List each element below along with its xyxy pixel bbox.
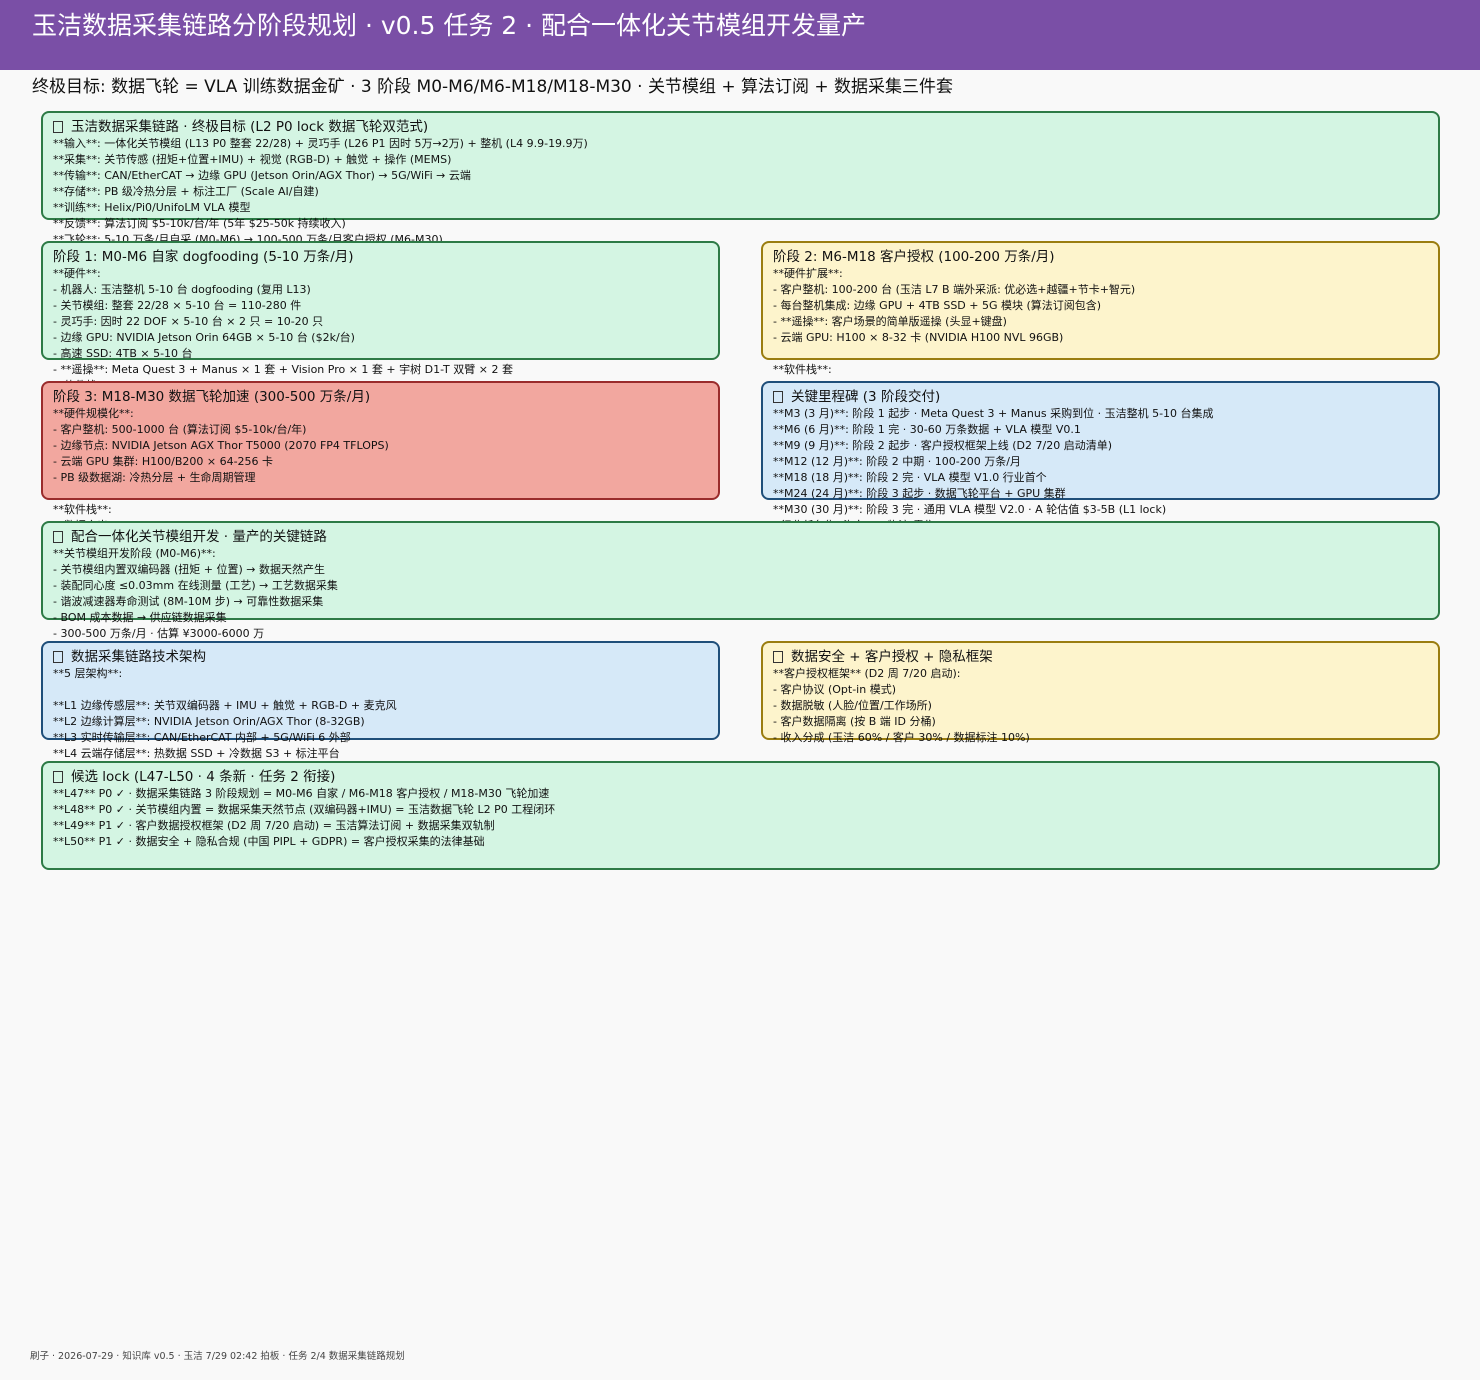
card-line: - 灵巧手: 因时 22 DOF × 5-10 台 × 2 只 = 10-20 …: [53, 315, 324, 328]
card-line: **硬件规模化**:: [53, 407, 134, 420]
card-line: **L1 边缘传感层**: 关节双编码器 + IMU + 触觉 + RGB-D …: [53, 699, 397, 712]
document-icon: [773, 391, 783, 403]
card-security-title-text: 数据安全 + 客户授权 + 隐私框架: [791, 649, 993, 665]
card-line: - 高速 SSD: 4TB × 5-10 台: [53, 347, 193, 360]
card-security-title: 数据安全 + 客户授权 + 隐私框架: [773, 648, 1428, 666]
card-line: - 边缘 GPU: NVIDIA Jetson Orin 64GB × 5-10…: [53, 331, 355, 344]
card-line: **L48** P0 ✓ · 关节模组内置 = 数据采集天然节点 (双编码器+I…: [53, 803, 556, 816]
card-stage1-title: 阶段 1: M0-M6 自家 dogfooding (5-10 万条/月): [53, 248, 708, 266]
card-goal-title: 玉洁数据采集链路 · 终极目标 (L2 P0 lock 数据飞轮双范式): [53, 118, 1428, 136]
card-line: **软件栈**:: [53, 503, 112, 516]
card-line: - 谐波减速器寿命测试 (8M-10M 步) → 可靠性数据采集: [53, 595, 324, 608]
card-stage3-lines: **硬件规模化**: - 客户整机: 500-1000 台 (算法订阅 $5-10…: [53, 406, 708, 534]
card-line: **存储**: PB 级冷热分层 + 标注工厂 (Scale AI/自建): [53, 185, 319, 198]
card-line: - 300-500 万条/月 · 估算 ¥3000-6000 万: [53, 627, 265, 640]
card-line: **L50** P1 ✓ · 数据安全 + 隐私合规 (中国 PIPL + GD…: [53, 835, 485, 848]
card-stage3: 阶段 3: M18-M30 数据飞轮加速 (300-500 万条/月) **硬件…: [41, 381, 720, 532]
card-line: **5 层架构**:: [53, 667, 123, 680]
card-line: - 客户整机: 500-1000 台 (算法订阅 $5-10k/台/年): [53, 423, 307, 436]
document-icon: [53, 531, 63, 543]
page-subtitle: 终极目标: 数据飞轮 = VLA 训练数据金矿 · 3 阶段 M0-M6/M6-…: [32, 77, 954, 97]
card-line: **硬件扩展**:: [773, 267, 843, 280]
card-line: **关节模组开发阶段 (M0-M6)**:: [53, 547, 216, 560]
card-stage2: 阶段 2: M6-M18 客户授权 (100-200 万条/月) **硬件扩展*…: [761, 241, 1440, 376]
card-line: - 收入分成 (玉洁 60% / 客户 30% / 数据标注 10%): [773, 731, 1030, 744]
card-line: - 机器人: 玉洁整机 5-10 台 dogfooding (复用 L13): [53, 283, 311, 296]
card-line: - 边缘节点: NVIDIA Jetson AGX Thor T5000 (20…: [53, 439, 389, 452]
card-architecture: 数据采集链路技术架构 **5 层架构**: **L1 边缘传感层**: 关节双编…: [41, 641, 720, 776]
card-architecture-title-text: 数据采集链路技术架构: [71, 649, 206, 665]
card-line: - 云端 GPU 集群: H100/B200 × 64-256 卡: [53, 455, 274, 468]
card-line: **L4 云端存储层**: 热数据 SSD + 冷数据 S3 + 标注平台: [53, 747, 340, 760]
card-milestones-lines: **M3 (3 月)**: 阶段 1 起步 · Meta Quest 3 + M…: [773, 406, 1428, 534]
card-candidates-title-text: 候选 lock (L47-L50 · 4 条新 · 任务 2 衔接): [71, 769, 336, 785]
card-line: [773, 346, 1428, 362]
card-joint-title: 配合一体化关节模组开发 · 量产的关键链路: [53, 528, 1428, 546]
card-line: [53, 486, 708, 502]
card-stage2-lines: **硬件扩展**: - 客户整机: 100-200 台 (玉洁 L7 B 端外采派…: [773, 266, 1428, 378]
card-line: **L47** P0 ✓ · 数据采集链路 3 阶段规划 = M0-M6 自家 …: [53, 787, 550, 800]
card-line: **M9 (9 月)**: 阶段 2 起步 · 客户授权框架上线 (D2 7/2…: [773, 439, 1112, 452]
card-line: - **遥操**: 客户场景的简单版遥操 (头显+键盘): [773, 315, 1007, 328]
card-stage2-title: 阶段 2: M6-M18 客户授权 (100-200 万条/月): [773, 248, 1428, 266]
card-architecture-title: 数据采集链路技术架构: [53, 648, 708, 666]
card-joint-title-text: 配合一体化关节模组开发 · 量产的关键链路: [71, 529, 327, 545]
card-milestones-title: 关键里程碑 (3 阶段交付): [773, 388, 1428, 406]
card-line: - BOM 成本数据 → 供应链数据采集: [53, 611, 227, 624]
card-milestones: 关键里程碑 (3 阶段交付) **M3 (3 月)**: 阶段 1 起步 · M…: [761, 381, 1440, 532]
document-icon: [53, 121, 63, 133]
card-line: - 每台整机集成: 边缘 GPU + 4TB SSD + 5G 模块 (算法订阅…: [773, 299, 1102, 312]
page-header: 玉洁数据采集链路分阶段规划 · v0.5 任务 2 · 配合一体化关节模组开发量…: [0, 0, 1480, 70]
card-line: **M6 (6 月)**: 阶段 1 完 · 30-60 万条数据 + VLA …: [773, 423, 1081, 436]
card-line: **软件栈**:: [773, 363, 832, 376]
card-line: - **遥操**: Meta Quest 3 + Manus × 1 套 + V…: [53, 363, 513, 376]
card-stage2-title-text: 阶段 2: M6-M18 客户授权 (100-200 万条/月): [773, 249, 1055, 265]
card-line: - 数据脱敏 (人脸/位置/工作场所): [773, 699, 932, 712]
card-line: **M12 (12 月)**: 阶段 2 中期 · 100-200 万条/月: [773, 455, 1021, 468]
card-line: - 客户协议 (Opt-in 模式): [773, 683, 896, 696]
card-candidates-lines: **L47** P0 ✓ · 数据采集链路 3 阶段规划 = M0-M6 自家 …: [53, 786, 1428, 850]
card-line: - 装配同心度 ≤0.03mm 在线测量 (工艺) → 工艺数据采集: [53, 579, 338, 592]
card-line: **传输**: CAN/EtherCAT → 边缘 GPU (Jetson Or…: [53, 169, 471, 182]
card-line: **M24 (24 月)**: 阶段 3 起步 · 数据飞轮平台 + GPU 集…: [773, 487, 1066, 500]
card-line: **输入**: 一体化关节模组 (L13 P0 整套 22/28) + 灵巧手 …: [53, 137, 588, 150]
card-goal: 玉洁数据采集链路 · 终极目标 (L2 P0 lock 数据飞轮双范式) **输…: [41, 111, 1440, 246]
card-joint: 配合一体化关节模组开发 · 量产的关键链路 **关节模组开发阶段 (M0-M6)…: [41, 521, 1440, 656]
page-title: 玉洁数据采集链路分阶段规划 · v0.5 任务 2 · 配合一体化关节模组开发量…: [32, 11, 867, 40]
card-line: **硬件**:: [53, 267, 101, 280]
card-line: **L2 边缘计算层**: NVIDIA Jetson Orin/AGX Tho…: [53, 715, 365, 728]
page-footer: 刷子 · 2026-07-29 · 知识库 v0.5 · 玉洁 7/29 02:…: [30, 1351, 405, 1362]
card-line: - 关节模组: 整套 22/28 × 5-10 台 = 110-280 件: [53, 299, 302, 312]
card-line: **M18 (18 月)**: 阶段 2 完 · VLA 模型 V1.0 行业首…: [773, 471, 1047, 484]
card-security: 数据安全 + 客户授权 + 隐私框架 **客户授权框架** (D2 周 7/20…: [761, 641, 1440, 856]
card-candidates-title: 候选 lock (L47-L50 · 4 条新 · 任务 2 衔接): [53, 768, 1428, 786]
card-stage1-title-text: 阶段 1: M0-M6 自家 dogfooding (5-10 万条/月): [53, 249, 354, 265]
card-line: - PB 级数据湖: 冷热分层 + 生命周期管理: [53, 471, 256, 484]
document-icon: [53, 771, 63, 783]
card-stage1-lines: **硬件**: - 机器人: 玉洁整机 5-10 台 dogfooding (复用…: [53, 266, 708, 394]
card-line: **M30 (30 月)**: 阶段 3 完 · 通用 VLA 模型 V2.0 …: [773, 503, 1167, 516]
card-stage1: 阶段 1: M0-M6 自家 dogfooding (5-10 万条/月) **…: [41, 241, 720, 392]
card-goal-title-text: 玉洁数据采集链路 · 终极目标 (L2 P0 lock 数据飞轮双范式): [71, 119, 429, 135]
card-goal-lines: **输入**: 一体化关节模组 (L13 P0 整套 22/28) + 灵巧手 …: [53, 136, 1428, 248]
card-line: **客户授权框架** (D2 周 7/20 启动):: [773, 667, 961, 680]
card-line: **L3 实时传输层**: CAN/EtherCAT 内部 + 5G/WiFi …: [53, 731, 351, 744]
card-line: **L49** P1 ✓ · 客户数据授权框架 (D2 周 7/20 启动) =…: [53, 819, 495, 832]
card-candidates: 候选 lock (L47-L50 · 4 条新 · 任务 2 衔接) **L47…: [41, 761, 1440, 870]
card-milestones-title-text: 关键里程碑 (3 阶段交付): [791, 389, 941, 405]
card-line: **训练**: Helix/Pi0/UnifoLM VLA 模型: [53, 201, 251, 214]
card-stage3-title-text: 阶段 3: M18-M30 数据飞轮加速 (300-500 万条/月): [53, 389, 371, 405]
card-line: [773, 746, 1428, 762]
card-line: - 客户整机: 100-200 台 (玉洁 L7 B 端外采派: 优必选+越疆+…: [773, 283, 1136, 296]
card-line: **反馈**: 算法订阅 $5-10k/台/年 (5年 $25-50k 持续收入…: [53, 217, 346, 230]
card-line: - 客户数据隔离 (按 B 端 ID 分桶): [773, 715, 936, 728]
document-icon: [773, 651, 783, 663]
card-line: [53, 682, 708, 698]
card-line: **M3 (3 月)**: 阶段 1 起步 · Meta Quest 3 + M…: [773, 407, 1214, 420]
card-stage3-title: 阶段 3: M18-M30 数据飞轮加速 (300-500 万条/月): [53, 388, 708, 406]
card-line: - 关节模组内置双编码器 (扭矩 + 位置) → 数据天然产生: [53, 563, 325, 576]
document-icon: [53, 651, 63, 663]
card-line: - 云端 GPU: H100 × 8-32 卡 (NVIDIA H100 NVL…: [773, 331, 1064, 344]
card-line: **采集**: 关节传感 (扭矩+位置+IMU) + 视觉 (RGB-D) + …: [53, 153, 452, 166]
